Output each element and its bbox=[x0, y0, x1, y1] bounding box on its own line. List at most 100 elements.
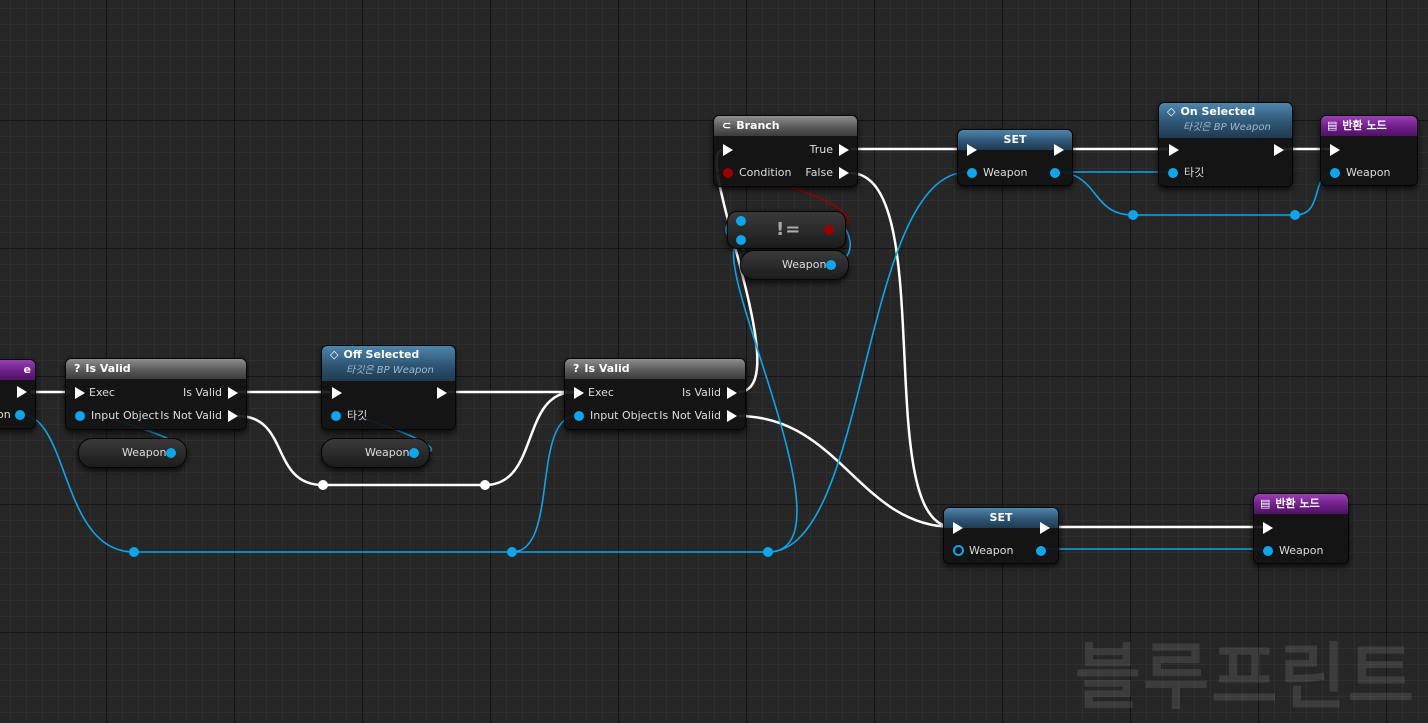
condition-label: Condition bbox=[739, 166, 792, 179]
exec-out-pin[interactable] bbox=[1054, 144, 1064, 156]
not-equal-node[interactable]: != bbox=[727, 211, 846, 249]
weapon-in-pin[interactable] bbox=[1330, 168, 1340, 178]
exec-out-pin[interactable] bbox=[17, 386, 27, 398]
reroute-knot[interactable] bbox=[1290, 210, 1300, 220]
is-valid-exec-pin[interactable] bbox=[228, 387, 238, 399]
is-not-valid-exec-pin[interactable] bbox=[727, 410, 737, 422]
branch-node[interactable]: ⊂ Branch Condition True False bbox=[713, 115, 858, 187]
node-title: 반환 노드 bbox=[1275, 497, 1320, 510]
is-valid-label: Is Valid bbox=[183, 386, 222, 399]
weapon-in-pin[interactable] bbox=[967, 168, 977, 178]
off-selected-node[interactable]: ◇ Off Selected 타깃은 BP Weapon 타깃 bbox=[321, 345, 456, 430]
exec-in-label: Exec bbox=[89, 386, 115, 399]
node-title: 반환 노드 bbox=[1342, 119, 1387, 132]
exec-in-pin[interactable] bbox=[574, 387, 584, 399]
reroute-knot[interactable] bbox=[507, 547, 517, 557]
function-icon: ◇ bbox=[330, 348, 339, 361]
node-title: SET bbox=[1003, 133, 1027, 146]
weapon-out-pin[interactable] bbox=[1050, 168, 1060, 178]
weapon-getter-node[interactable]: Weapon bbox=[740, 250, 849, 280]
exec-in-pin[interactable] bbox=[1263, 522, 1273, 534]
exec-out-pin[interactable] bbox=[437, 387, 447, 399]
node-title: e bbox=[23, 363, 31, 376]
object-wire bbox=[511, 414, 579, 553]
false-label: False bbox=[805, 166, 833, 179]
condition-pin[interactable] bbox=[723, 168, 733, 178]
false-exec-pin[interactable] bbox=[839, 167, 849, 179]
exec-in-pin[interactable] bbox=[953, 522, 963, 534]
node-title: SET bbox=[989, 511, 1013, 524]
node-title: Is Valid bbox=[85, 362, 131, 375]
return-icon: ▤ bbox=[1327, 119, 1338, 132]
reroute-knot[interactable] bbox=[1128, 210, 1138, 220]
weapon-getter-node[interactable]: Weapon bbox=[321, 438, 430, 468]
on-selected-node[interactable]: ◇ On Selected 타깃은 BP Weapon 타깃 bbox=[1158, 102, 1293, 187]
exec-out-pin[interactable] bbox=[1040, 522, 1050, 534]
branch-icon: ⊂ bbox=[722, 119, 732, 132]
exec-wire bbox=[849, 171, 954, 529]
target-pin[interactable] bbox=[1168, 168, 1178, 178]
object-out-pin[interactable] bbox=[15, 410, 25, 420]
node-subtitle: 타깃은 BP Weapon bbox=[346, 365, 434, 376]
weapon-label: Weapon bbox=[1279, 544, 1324, 557]
weapon-label: Weapon bbox=[983, 166, 1028, 179]
input-object-label: Input Object bbox=[590, 409, 658, 422]
is-valid-node[interactable]: ? Is Valid Exec Input Object Is Valid Is … bbox=[564, 358, 746, 430]
exec-in-pin[interactable] bbox=[1169, 144, 1179, 156]
blueprint-watermark: 블루프린트 bbox=[1074, 635, 1416, 719]
target-label: 타깃 bbox=[1184, 166, 1205, 179]
compare-a-pin[interactable] bbox=[736, 216, 746, 226]
is-not-valid-label: Is Not Valid bbox=[160, 409, 222, 422]
result-pin[interactable] bbox=[824, 225, 834, 235]
exec-wire bbox=[737, 414, 954, 529]
getter-label: Weapon bbox=[782, 258, 827, 271]
is-not-valid-label: Is Not Valid bbox=[659, 409, 721, 422]
not-equal-label: != bbox=[776, 219, 802, 240]
weapon-in-pin[interactable] bbox=[953, 545, 964, 556]
is-valid-label: Is Valid bbox=[682, 386, 721, 399]
function-icon: ◇ bbox=[1167, 105, 1176, 118]
weapon-out-pin[interactable] bbox=[166, 448, 176, 458]
true-exec-pin[interactable] bbox=[839, 144, 849, 156]
input-object-pin[interactable] bbox=[75, 411, 85, 421]
is-valid-node[interactable]: ? Is Valid Exec Input Object Is Valid Is … bbox=[65, 358, 247, 430]
reroute-knot[interactable] bbox=[763, 547, 773, 557]
weapon-out-pin[interactable] bbox=[826, 260, 836, 270]
exec-in-pin[interactable] bbox=[332, 387, 342, 399]
set-variable-node[interactable]: SET Weapon bbox=[957, 129, 1073, 186]
reroute-knot[interactable] bbox=[318, 480, 328, 490]
return-node[interactable]: ▤ 반환 노드 Weapon bbox=[1253, 493, 1349, 564]
question-icon: ? bbox=[74, 362, 81, 375]
output-label: on bbox=[0, 408, 11, 421]
exec-in-pin[interactable] bbox=[75, 387, 85, 399]
true-label: True bbox=[809, 143, 833, 156]
node-title: Branch bbox=[736, 119, 780, 132]
exec-in-pin[interactable] bbox=[1330, 144, 1340, 156]
exec-out-pin[interactable] bbox=[1274, 144, 1284, 156]
input-object-label: Input Object bbox=[91, 409, 159, 422]
exec-in-pin[interactable] bbox=[723, 144, 733, 156]
exec-in-pin[interactable] bbox=[967, 144, 977, 156]
weapon-label: Weapon bbox=[1346, 166, 1391, 179]
weapon-in-pin[interactable] bbox=[1263, 546, 1273, 556]
is-valid-exec-pin[interactable] bbox=[727, 387, 737, 399]
return-node[interactable]: ▤ 반환 노드 Weapon bbox=[1320, 115, 1418, 186]
reroute-knot[interactable] bbox=[129, 547, 139, 557]
node-title: Is Valid bbox=[584, 362, 630, 375]
node-subtitle: 타깃은 BP Weapon bbox=[1183, 122, 1271, 133]
reroute-knot[interactable] bbox=[480, 480, 490, 490]
node-title: Off Selected bbox=[343, 348, 420, 361]
partial-function-node[interactable]: e on bbox=[0, 359, 36, 429]
input-object-pin[interactable] bbox=[574, 411, 584, 421]
getter-label: Weapon bbox=[122, 446, 167, 459]
set-variable-node[interactable]: SET Weapon bbox=[943, 507, 1059, 564]
is-not-valid-exec-pin[interactable] bbox=[228, 410, 238, 422]
weapon-out-pin[interactable] bbox=[1036, 546, 1046, 556]
return-icon: ▤ bbox=[1260, 497, 1271, 510]
weapon-out-pin[interactable] bbox=[409, 448, 419, 458]
weapon-label: Weapon bbox=[969, 544, 1014, 557]
target-pin[interactable] bbox=[331, 411, 341, 421]
compare-b-pin[interactable] bbox=[736, 235, 746, 245]
exec-in-label: Exec bbox=[588, 386, 614, 399]
weapon-getter-node[interactable]: Weapon bbox=[78, 438, 187, 468]
